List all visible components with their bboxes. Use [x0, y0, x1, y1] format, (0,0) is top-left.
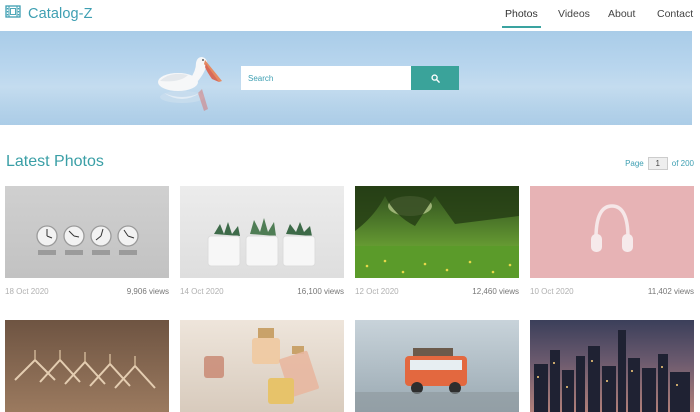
photo-meta: 10 Oct 2020 11,402 views: [530, 287, 694, 296]
photo-date: 14 Oct 2020: [180, 287, 224, 296]
photo-thumbnail-hangers[interactable]: [5, 320, 169, 412]
nav-photos[interactable]: Photos: [502, 0, 541, 31]
photo-views: 16,100 views: [297, 287, 344, 296]
page-number-input[interactable]: [647, 157, 668, 170]
photo-date: 18 Oct 2020: [5, 287, 49, 296]
photo-views: 11,402 views: [647, 287, 694, 296]
film-icon: [5, 5, 21, 23]
search-button[interactable]: [411, 66, 459, 90]
nav-contact[interactable]: Contact: [657, 0, 693, 31]
section-title: Latest Photos: [6, 153, 104, 170]
search-form: [241, 66, 459, 90]
photo-thumbnail-field[interactable]: [355, 186, 519, 278]
photo-meta: 14 Oct 2020 16,100 views: [180, 287, 344, 296]
pager-total: of 200: [671, 159, 694, 168]
skyline-image: [534, 330, 690, 412]
photo-thumbnail-succulents[interactable]: [180, 186, 344, 278]
search-icon: [430, 71, 440, 86]
hangers-image: [14, 350, 156, 389]
toy-bus-image: [355, 348, 519, 412]
pelican-image: [158, 57, 222, 111]
field-image: [355, 186, 519, 278]
photo-thumbnail-headphones[interactable]: [530, 186, 694, 278]
photo-views: 9,906 views: [126, 287, 169, 296]
photo-views: 12,460 views: [472, 287, 519, 296]
photo-thumbnail-toy-bus[interactable]: [355, 320, 519, 412]
photo-date: 12 Oct 2020: [355, 287, 399, 296]
photo-meta: 18 Oct 2020 9,906 views: [5, 287, 169, 296]
photo-thumbnail-skyline[interactable]: [530, 320, 694, 412]
nav-about[interactable]: About: [608, 0, 635, 31]
photo-meta: 12 Oct 2020 12,460 views: [355, 287, 519, 296]
pager-prefix: Page: [625, 159, 644, 168]
pagination: Page of 200: [625, 157, 694, 170]
photo-date: 10 Oct 2020: [530, 287, 574, 296]
hero-banner: [0, 31, 692, 125]
photo-thumbnail-clocks[interactable]: [5, 186, 169, 278]
succulents-image: [207, 218, 316, 267]
photo-thumbnail-perfumes[interactable]: [180, 320, 344, 412]
clocks-image: [36, 225, 139, 255]
brand-link[interactable]: Catalog-Z: [5, 5, 93, 23]
hero-water: [0, 87, 692, 125]
navbar: Catalog-Z Photos Videos About Contact: [0, 0, 700, 31]
headphones-image: [591, 204, 633, 252]
perfumes-image: [204, 328, 319, 404]
nav-videos[interactable]: Videos: [558, 0, 590, 31]
brand-name: Catalog-Z: [28, 6, 93, 22]
search-input[interactable]: [241, 66, 411, 90]
